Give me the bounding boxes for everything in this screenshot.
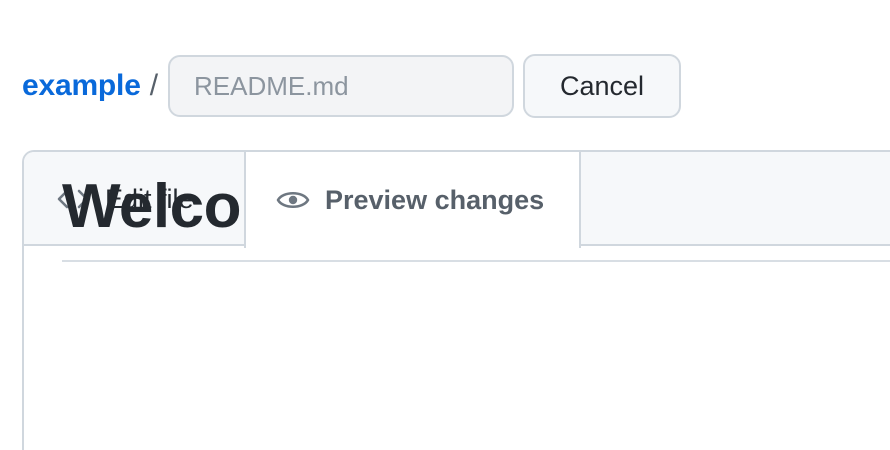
eye-icon bbox=[276, 187, 310, 213]
repo-link[interactable]: example bbox=[22, 69, 141, 103]
tab-preview-changes-label: Preview changes bbox=[325, 184, 545, 215]
file-editor-page: example / Cancel Edit file Preview cha bbox=[0, 0, 890, 450]
filename-input[interactable] bbox=[168, 55, 515, 117]
cancel-button[interactable]: Cancel bbox=[523, 54, 682, 118]
file-path-bar: example / Cancel bbox=[22, 54, 682, 118]
tab-preview-changes[interactable]: Preview changes bbox=[244, 152, 581, 248]
path-separator: / bbox=[149, 69, 159, 102]
